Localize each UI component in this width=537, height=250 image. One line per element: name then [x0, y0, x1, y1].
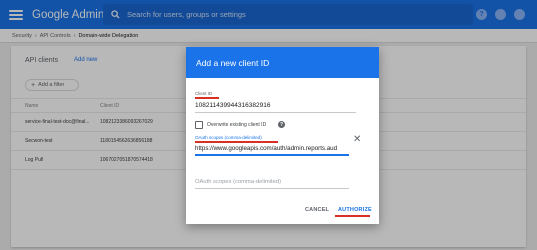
annotation-underline	[195, 141, 278, 143]
client-id-label: Client ID	[195, 91, 213, 96]
close-icon[interactable]: ✕	[353, 135, 361, 145]
dialog-title: Add a new client ID	[186, 47, 379, 78]
overwrite-checkbox[interactable]	[195, 121, 203, 129]
scopes-label: OAuth scopes (comma-delimited)	[195, 135, 262, 140]
new-scopes-input[interactable]: OAuth scopes (comma-delimited)	[195, 179, 281, 185]
annotation-underline	[195, 97, 219, 99]
help-icon[interactable]: ?	[278, 121, 285, 128]
overwrite-label[interactable]: Overwrite existing client ID	[207, 122, 266, 128]
client-id-field-underline	[195, 112, 356, 113]
scopes-input[interactable]: https://www.googleapis.com/auth/admin.re…	[195, 145, 349, 152]
new-scopes-field-underline	[195, 188, 349, 189]
cancel-button[interactable]: CANCEL	[305, 207, 329, 213]
scopes-field-underline	[195, 154, 349, 156]
add-client-dialog: Add a new client ID Client ID 1082114399…	[186, 47, 379, 224]
client-id-input[interactable]: 108211439944316382916	[195, 102, 270, 109]
authorize-button[interactable]: AUTHORIZE	[338, 207, 372, 213]
annotation-underline	[335, 215, 370, 217]
